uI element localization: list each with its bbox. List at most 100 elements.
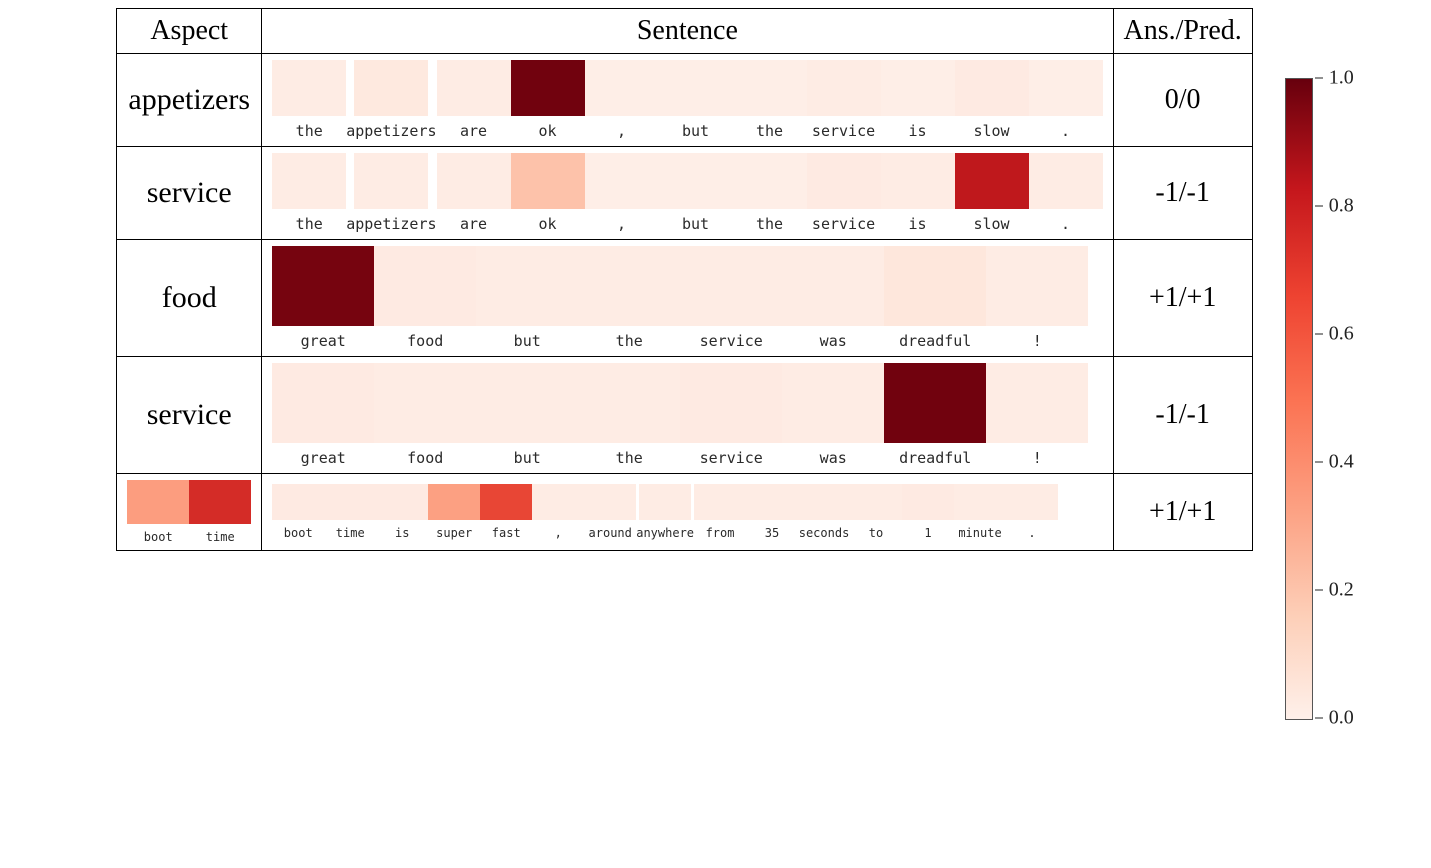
token-cell: ,	[585, 60, 659, 140]
sentence-cell: greatfoodbuttheservicewasdreadful!	[262, 357, 1113, 474]
token-cell: but	[659, 60, 733, 140]
colorbar-gradient	[1285, 78, 1313, 720]
colorbar-tick: 0.6	[1315, 323, 1354, 346]
attention-cell	[354, 60, 428, 116]
attention-cell	[376, 484, 428, 520]
token-cell: are	[437, 60, 511, 140]
token-label: service	[812, 215, 875, 233]
attention-cell	[639, 484, 691, 520]
attention-cell	[511, 153, 585, 209]
token-cell: great	[272, 363, 374, 467]
token-label: anywhere	[636, 526, 694, 540]
token-cell: .	[1029, 153, 1103, 233]
attention-cell	[272, 153, 346, 209]
token-label: super	[436, 526, 472, 540]
token-label: seconds	[799, 526, 850, 540]
tick-label: 1.0	[1329, 67, 1354, 90]
token-label: ,	[617, 215, 626, 233]
tick-line	[1315, 589, 1323, 591]
token-label: are	[460, 122, 487, 140]
attention-cell	[954, 484, 1006, 520]
attention-cell	[798, 484, 850, 520]
prediction-label: +1/+1	[1149, 282, 1216, 313]
attention-cell	[850, 484, 902, 520]
tick-label: 0.0	[1329, 707, 1354, 730]
token-cell: seconds	[798, 484, 850, 540]
sentence-cell: greatfoodbuttheservicewasdreadful!	[262, 240, 1113, 357]
attention-cell	[480, 484, 532, 520]
attention-cell	[272, 363, 374, 443]
attention-cell	[532, 484, 584, 520]
prediction-cell: +1/+1	[1113, 474, 1252, 551]
tick-label: 0.8	[1329, 195, 1354, 218]
token-cell: time	[324, 484, 376, 540]
token-cell: !	[986, 246, 1088, 350]
token-cell: food	[374, 363, 476, 467]
attention-cell	[680, 363, 782, 443]
attention-cell	[986, 363, 1088, 443]
attention-cell	[272, 246, 374, 326]
header-pred: Ans./Pred.	[1113, 9, 1252, 54]
token-cell: great	[272, 246, 374, 350]
token-cell: service	[680, 246, 782, 350]
token-cell: the	[733, 153, 807, 233]
token-cell: the	[272, 153, 346, 233]
table-row: boottimeboottimeissuperfast,aroundanywhe…	[117, 474, 1253, 551]
token-label: the	[616, 449, 643, 467]
attention-cell	[374, 246, 476, 326]
token-label: great	[301, 449, 346, 467]
attention-cell	[680, 246, 782, 326]
header-sentence: Sentence	[262, 9, 1113, 54]
tick-label: 0.6	[1329, 323, 1354, 346]
sentence-cell: theappetizersareok,buttheserviceisslow.	[262, 147, 1113, 240]
attention-cell	[585, 153, 659, 209]
token-cell: boot	[127, 480, 189, 544]
attention-cell	[782, 363, 884, 443]
prediction-label: 0/0	[1165, 84, 1201, 115]
token-cell: ok	[511, 60, 585, 140]
aspect-cell: food	[117, 240, 262, 357]
token-cell: fast	[480, 484, 532, 540]
token-label: but	[682, 215, 709, 233]
token-cell: boot	[272, 484, 324, 540]
table-row: foodgreatfoodbuttheservicewasdreadful!+1…	[117, 240, 1253, 357]
attention-cell	[578, 363, 680, 443]
sentence-cell: boottimeissuperfast,aroundanywherefrom35…	[262, 474, 1113, 551]
token-cell: ok	[511, 153, 585, 233]
token-cell: was	[782, 246, 884, 350]
colorbar-tick: 1.0	[1315, 67, 1354, 90]
token-label: ok	[539, 122, 557, 140]
token-label: slow	[973, 122, 1009, 140]
aspect-cell: service	[117, 147, 262, 240]
token-cell: is	[376, 484, 428, 540]
attention-cell	[1029, 153, 1103, 209]
token-label: the	[616, 332, 643, 350]
attention-cell	[746, 484, 798, 520]
aspect-label: service	[147, 176, 232, 209]
token-cell: but	[476, 363, 578, 467]
token-label: was	[820, 332, 847, 350]
tick-line	[1315, 77, 1323, 79]
token-cell: appetizers	[346, 60, 436, 140]
attention-cell	[511, 60, 585, 116]
attention-cell	[476, 246, 578, 326]
token-cell: 1	[902, 484, 954, 540]
attention-cell	[955, 60, 1029, 116]
colorbar: 0.00.20.40.60.81.0	[1285, 78, 1315, 720]
attention-cell	[127, 480, 189, 524]
colorbar-tick: 0.0	[1315, 707, 1354, 730]
token-cell: minute	[954, 484, 1006, 540]
token-cell: slow	[955, 60, 1029, 140]
token-label: service	[812, 122, 875, 140]
token-label: ,	[555, 526, 562, 540]
token-label: food	[407, 449, 443, 467]
table-row: appetizerstheappetizersareok,buttheservi…	[117, 54, 1253, 147]
attention-cell	[733, 153, 807, 209]
tick-line	[1315, 717, 1323, 719]
tick-line	[1315, 461, 1323, 463]
token-label: the	[296, 215, 323, 233]
token-label: but	[514, 449, 541, 467]
token-label: food	[407, 332, 443, 350]
token-label: 35	[765, 526, 779, 540]
token-label: ,	[617, 122, 626, 140]
